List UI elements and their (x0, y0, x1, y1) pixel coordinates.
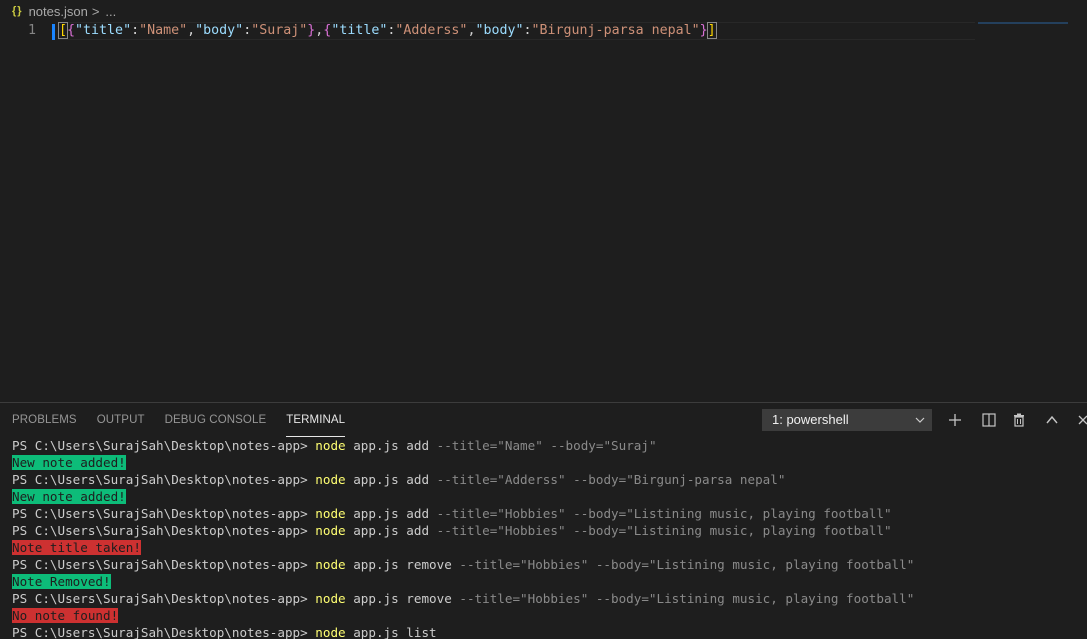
terminal-prompt: PS C:\Users\SurajSah\Desktop\notes-app> (12, 438, 316, 453)
terminal-prompt: PS C:\Users\SurajSah\Desktop\notes-app> (12, 557, 316, 572)
terminal-args: app.js remove (345, 557, 460, 572)
terminal-message-line: New note added! (12, 454, 1087, 471)
bottom-panel: PROBLEMS OUTPUT DEBUG CONSOLE TERMINAL 1… (0, 402, 1087, 639)
terminal-select-value: 1: powershell (772, 412, 849, 427)
maximize-panel-button[interactable] (1041, 409, 1063, 431)
panel-tabs: PROBLEMS OUTPUT DEBUG CONSOLE TERMINAL (0, 403, 353, 437)
chevron-down-icon (915, 410, 925, 436)
terminal-args: app.js list (345, 625, 437, 639)
success-message: New note added! (12, 455, 126, 470)
json-file-icon: {} (12, 5, 23, 17)
close-icon (1076, 412, 1087, 431)
terminal-message-line: Note Removed! (12, 573, 1087, 590)
terminal-command-line: PS C:\Users\SurajSah\Desktop\notes-app> … (12, 505, 1087, 522)
new-terminal-button[interactable] (944, 409, 966, 431)
error-message: No note found! (12, 608, 119, 623)
terminal-command-line: PS C:\Users\SurajSah\Desktop\notes-app> … (12, 437, 1087, 454)
key-token: "body" (475, 23, 524, 38)
terminal-command: node (315, 472, 346, 487)
key-token: "title" (331, 23, 388, 38)
chevron-up-icon (1045, 412, 1059, 431)
colon-token: : (523, 23, 532, 38)
kill-terminal-button[interactable] (1008, 409, 1030, 431)
key-token: "title" (75, 23, 132, 38)
key-token: "body" (195, 23, 244, 38)
terminal-flags: --title="Adderss" --body="Birgunj-parsa … (436, 472, 786, 487)
code-line[interactable]: [{"title":"Name","body":"Suraj"},{"title… (57, 22, 717, 39)
breadcrumb-ellipsis[interactable]: ... (105, 4, 116, 19)
terminal-command: node (315, 523, 346, 538)
tab-output[interactable]: OUTPUT (97, 403, 145, 437)
tab-problems[interactable]: PROBLEMS (12, 403, 77, 437)
terminal-flags: --title="Hobbies" --body="Listining musi… (436, 523, 892, 538)
terminal-prompt: PS C:\Users\SurajSah\Desktop\notes-app> (12, 625, 316, 639)
chevron-right-icon: > (91, 3, 100, 19)
terminal-command-line: PS C:\Users\SurajSah\Desktop\notes-app> … (12, 522, 1087, 539)
terminal-prompt: PS C:\Users\SurajSah\Desktop\notes-app> (12, 523, 316, 538)
terminal-command-line: PS C:\Users\SurajSah\Desktop\notes-app> … (12, 624, 1087, 639)
colon-token: : (131, 23, 140, 38)
terminal-output[interactable]: PS C:\Users\SurajSah\Desktop\notes-app> … (12, 437, 1087, 639)
terminal-message-line: Note title taken! (12, 539, 1087, 556)
close-panel-button[interactable] (1072, 409, 1087, 431)
terminal-flags: --title="Hobbies" --body="Listining musi… (459, 557, 915, 572)
split-icon (982, 412, 996, 431)
terminal-command: node (315, 506, 346, 521)
breadcrumb: {} notes.json > ... (0, 0, 1087, 22)
plus-icon (948, 412, 962, 431)
terminal-args: app.js remove (345, 591, 460, 606)
terminal-args: app.js add (345, 506, 437, 521)
modified-line-indicator (52, 24, 55, 40)
brace-token: } (699, 23, 708, 38)
tab-debug-console[interactable]: DEBUG CONSOLE (165, 403, 267, 437)
tab-terminal[interactable]: TERMINAL (286, 403, 346, 437)
terminal-command-line: PS C:\Users\SurajSah\Desktop\notes-app> … (12, 556, 1087, 573)
string-token: "Birgunj-parsa nepal" (531, 23, 700, 38)
terminal-args: app.js add (345, 472, 437, 487)
terminal-command-line: PS C:\Users\SurajSah\Desktop\notes-app> … (12, 471, 1087, 488)
terminal-command: node (315, 591, 346, 606)
line-number: 1 (27, 23, 36, 38)
success-message: New note added! (12, 489, 126, 504)
error-message: Note title taken! (12, 540, 141, 555)
terminal-message-line: New note added! (12, 488, 1087, 505)
terminal-command-line: PS C:\Users\SurajSah\Desktop\notes-app> … (12, 590, 1087, 607)
split-terminal-button[interactable] (978, 409, 1000, 431)
vscode-window: {} notes.json > ... 1 [{"title":"Name","… (0, 0, 1087, 639)
terminal-select[interactable]: 1: powershell (762, 409, 932, 431)
terminal-command: node (315, 438, 346, 453)
code-editor[interactable]: 1 [{"title":"Name","body":"Suraj"},{"tit… (0, 22, 1087, 402)
terminal-command: node (315, 625, 346, 639)
comma-token: , (187, 23, 196, 38)
terminal-prompt: PS C:\Users\SurajSah\Desktop\notes-app> (12, 506, 316, 521)
string-token: "Adderss" (395, 23, 468, 38)
terminal-flags: --title="Name" --body="Suraj" (436, 438, 657, 453)
close-bracket-token: ] (706, 22, 717, 39)
terminal-prompt: PS C:\Users\SurajSah\Desktop\notes-app> (12, 591, 316, 606)
trash-icon (1012, 412, 1026, 431)
terminal-flags: --title="Hobbies" --body="Listining musi… (436, 506, 892, 521)
minimap[interactable] (978, 22, 1068, 24)
terminal-command: node (315, 557, 346, 572)
terminal-args: app.js add (345, 523, 437, 538)
breadcrumb-file[interactable]: notes.json (29, 4, 88, 19)
terminal-args: app.js add (345, 438, 437, 453)
terminal-prompt: PS C:\Users\SurajSah\Desktop\notes-app> (12, 472, 316, 487)
string-token: "Name" (139, 23, 188, 38)
success-message: Note Removed! (12, 574, 111, 589)
terminal-flags: --title="Hobbies" --body="Listining musi… (459, 591, 915, 606)
brace-token: { (67, 23, 76, 38)
open-bracket-token: [ (57, 22, 69, 39)
terminal-message-line: No note found! (12, 607, 1087, 624)
string-token: "Suraj" (251, 23, 308, 38)
